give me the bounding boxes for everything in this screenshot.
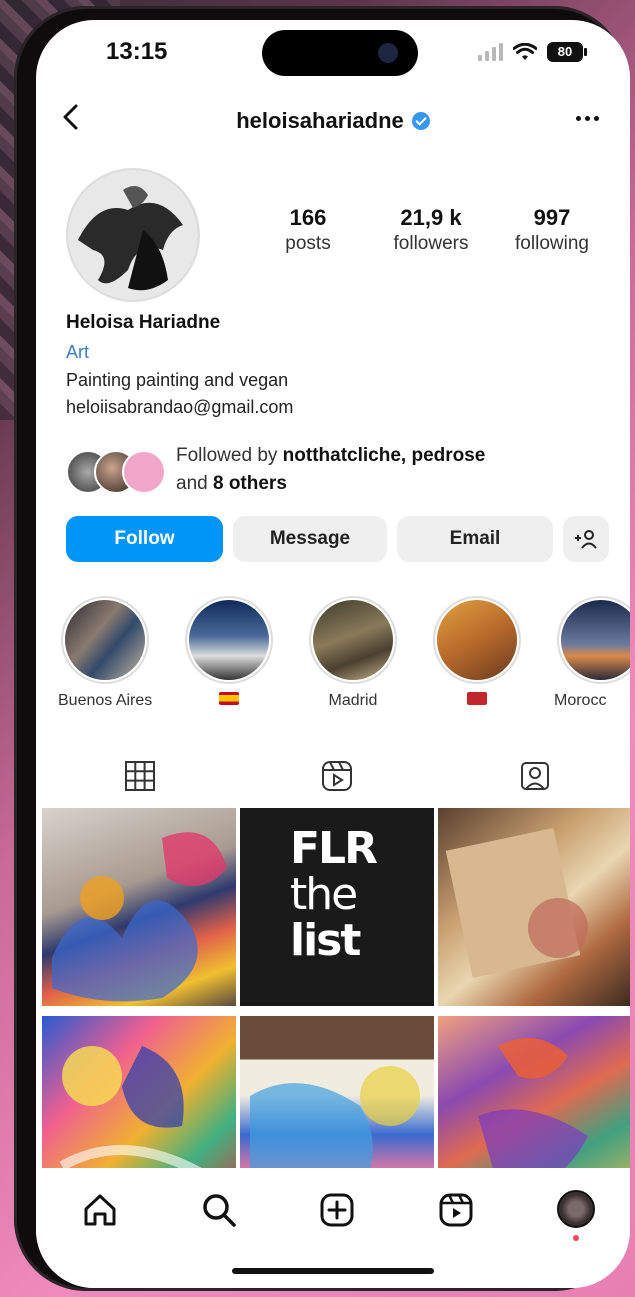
post-text: list — [290, 915, 361, 966]
suggested-users-button[interactable] — [563, 516, 609, 562]
highlight-label — [182, 692, 276, 710]
signal-icon — [478, 43, 503, 61]
stat-posts[interactable]: 166 posts — [268, 205, 348, 255]
following-label: following — [515, 233, 589, 254]
page-title: heloisahariadne — [36, 108, 630, 134]
highlight-cover — [65, 600, 145, 680]
status-icons: 80 — [478, 42, 587, 62]
profile-name: Heloisa Hariadne — [66, 312, 221, 333]
search-icon[interactable] — [199, 1190, 239, 1230]
followed-by-others: 8 others — [212, 473, 287, 494]
wifi-icon — [513, 43, 537, 60]
add-person-icon — [575, 530, 597, 549]
dynamic-island — [262, 30, 418, 76]
highlight-cover — [561, 600, 630, 680]
followers-count: 21,9 k — [400, 205, 462, 230]
followers-label: followers — [393, 233, 469, 254]
profile-nav-avatar[interactable] — [557, 1190, 595, 1228]
post-thumbnail[interactable]: FLR the list — [240, 808, 434, 1006]
highlight-item[interactable]: Madrid — [306, 596, 400, 710]
profile-email[interactable]: heloiisabrandao@gmail.com — [66, 397, 293, 418]
profile-avatar[interactable] — [66, 168, 200, 302]
posts-count: 166 — [289, 205, 327, 230]
highlight-item[interactable]: Morocc — [554, 596, 630, 710]
screen: 13:15 80 heloisahariadne 166 posts 21,9 … — [36, 20, 630, 1288]
home-indicator[interactable] — [232, 1268, 434, 1274]
highlight-item[interactable] — [182, 596, 276, 710]
username: heloisahariadne — [236, 108, 404, 133]
status-time: 13:15 — [106, 38, 168, 65]
highlight-label: Buenos Aires — [58, 692, 153, 709]
email-button[interactable]: Email — [397, 516, 553, 562]
create-post-icon[interactable] — [317, 1190, 357, 1230]
phone-frame: 13:15 80 heloisahariadne 166 posts 21,9 … — [14, 6, 630, 1291]
followed-by-and: and — [176, 473, 213, 494]
stat-following[interactable]: 997 following — [502, 205, 602, 255]
reels-tab-icon[interactable] — [319, 758, 355, 794]
highlight-cover — [189, 600, 269, 680]
profile-bio: Painting painting and vegan — [66, 370, 289, 390]
highlight-cover — [313, 600, 393, 680]
profile-category[interactable]: Art — [66, 342, 89, 363]
followed-by-prefix: Followed by — [176, 445, 283, 466]
verified-badge-icon — [411, 112, 430, 130]
notification-dot — [573, 1235, 579, 1241]
highlight-label: Morocc — [554, 692, 607, 709]
post-thumbnail[interactable] — [42, 808, 236, 1006]
highlight-cover — [437, 600, 517, 680]
stat-followers[interactable]: 21,9 k followers — [376, 205, 486, 255]
followed-by-names: notthatcliche, pedrose — [282, 445, 486, 466]
highlight-label — [430, 692, 524, 710]
post-text: FLR — [290, 823, 378, 874]
highlight-item[interactable] — [430, 596, 524, 710]
battery-icon: 80 — [547, 42, 587, 62]
post-text: the — [290, 869, 358, 920]
posts-label: posts — [285, 233, 331, 254]
grid-tab-icon[interactable] — [122, 758, 158, 794]
home-icon[interactable] — [80, 1190, 120, 1230]
following-count: 997 — [533, 205, 571, 230]
message-button[interactable]: Message — [233, 516, 387, 562]
follower-avatar — [122, 450, 166, 494]
post-thumbnail[interactable] — [438, 808, 630, 1006]
highlight-label: Madrid — [328, 692, 378, 709]
followed-by-text[interactable]: Followed by notthatcliche, pedrose and 8… — [176, 442, 485, 498]
tagged-tab-icon[interactable] — [517, 758, 553, 794]
morocco-flag-icon — [467, 692, 487, 705]
follow-button[interactable]: Follow — [66, 516, 223, 562]
spain-flag-icon — [219, 692, 239, 705]
more-options-icon[interactable] — [576, 116, 599, 121]
highlight-item[interactable]: Buenos Aires — [58, 596, 152, 710]
reels-icon[interactable] — [436, 1190, 476, 1230]
